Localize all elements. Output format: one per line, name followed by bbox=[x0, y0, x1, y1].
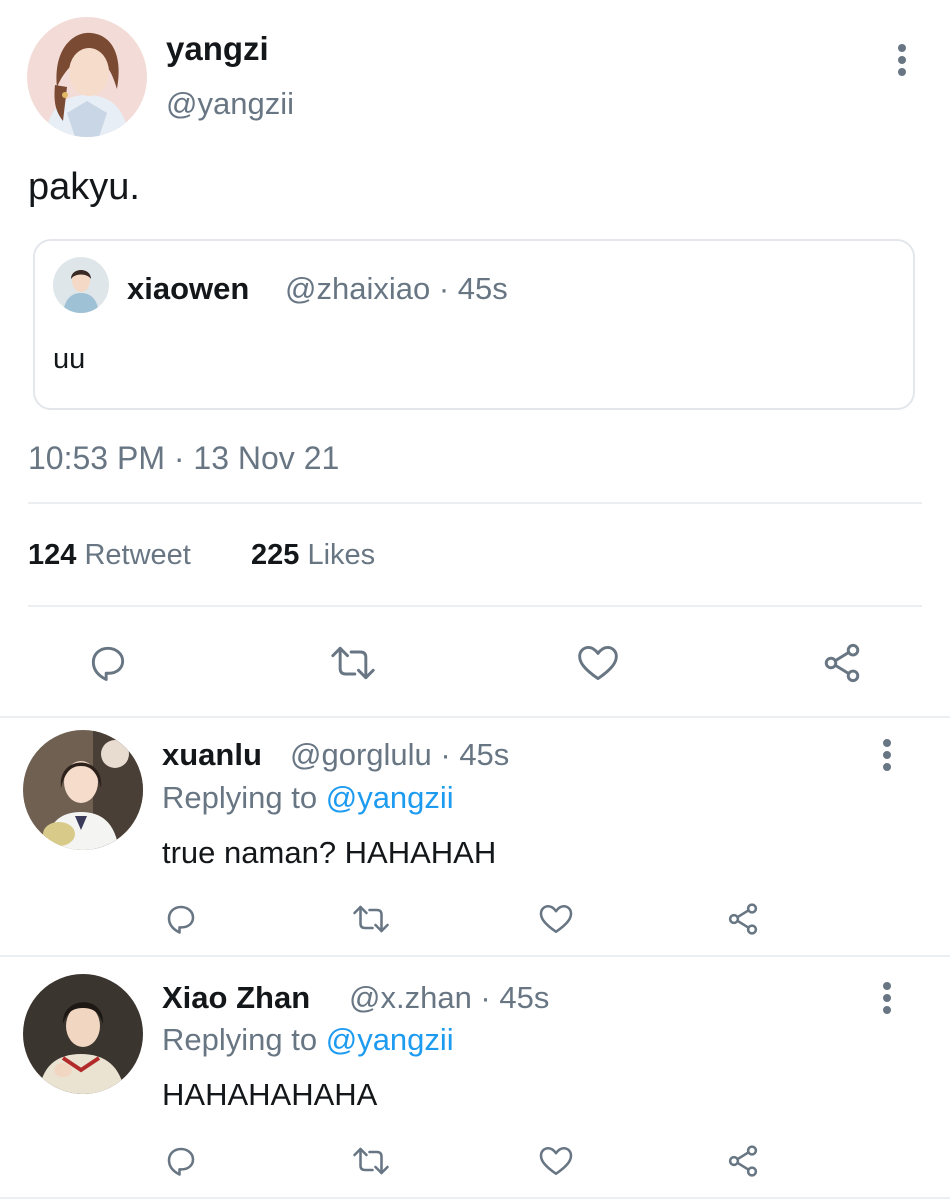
tweet-timestamp[interactable]: 10:53 PM · 13 Nov 21 bbox=[28, 440, 339, 477]
quoted-tweet-text: uu bbox=[53, 343, 86, 375]
quoted-handle-time[interactable]: @zhaixiao · 45s bbox=[285, 271, 508, 307]
reply-icon[interactable] bbox=[163, 901, 199, 937]
author-handle[interactable]: @yangzii bbox=[166, 86, 294, 122]
reply-author-name[interactable]: Xiao Zhan bbox=[162, 980, 310, 1016]
more-options-icon[interactable] bbox=[882, 739, 892, 775]
divider bbox=[0, 955, 950, 957]
divider bbox=[0, 1197, 950, 1199]
tweet-text: pakyu. bbox=[28, 166, 140, 208]
retweet-count: 124 bbox=[28, 539, 77, 571]
retweet-icon[interactable] bbox=[351, 901, 391, 937]
replying-to-link[interactable]: @yangzii bbox=[326, 780, 454, 815]
author-name[interactable]: yangzi bbox=[166, 30, 269, 68]
replying-prefix: Replying to bbox=[162, 780, 318, 815]
reply-icon[interactable] bbox=[86, 641, 130, 685]
retweet-icon[interactable] bbox=[351, 1143, 391, 1179]
reply-text: HAHAHAHAHA bbox=[162, 1077, 378, 1112]
share-icon[interactable] bbox=[723, 1143, 763, 1179]
retweet-stat[interactable]: 124 Retweet bbox=[28, 539, 191, 572]
reply-text: true naman? HAHAHAH bbox=[162, 835, 497, 870]
more-options-icon[interactable] bbox=[897, 44, 907, 80]
like-icon[interactable] bbox=[575, 641, 621, 685]
like-icon[interactable] bbox=[537, 901, 575, 937]
divider bbox=[28, 502, 922, 504]
reply-handle-time[interactable]: @x.zhan · 45s bbox=[349, 980, 549, 1016]
avatar[interactable] bbox=[23, 974, 143, 1094]
replying-to-link[interactable]: @yangzii bbox=[326, 1022, 454, 1057]
avatar[interactable] bbox=[27, 17, 147, 137]
quoted-author-name[interactable]: xiaowen bbox=[127, 271, 249, 307]
likes-count: 225 bbox=[251, 539, 300, 571]
avatar[interactable] bbox=[23, 730, 143, 850]
like-icon[interactable] bbox=[537, 1143, 575, 1179]
reply-handle-time[interactable]: @gorglulu · 45s bbox=[290, 737, 509, 773]
replying-to: Replying to @yangzii bbox=[162, 780, 454, 816]
retweet-label: Retweet bbox=[84, 539, 191, 571]
replying-prefix: Replying to bbox=[162, 1022, 318, 1057]
more-options-icon[interactable] bbox=[882, 982, 892, 1018]
divider bbox=[0, 716, 950, 718]
reply-icon[interactable] bbox=[163, 1143, 199, 1179]
divider bbox=[28, 605, 922, 607]
likes-stat[interactable]: 225 Likes bbox=[251, 539, 375, 572]
replying-to: Replying to @yangzii bbox=[162, 1022, 454, 1058]
reply-author-name[interactable]: xuanlu bbox=[162, 737, 262, 773]
share-icon[interactable] bbox=[723, 901, 763, 937]
likes-label: Likes bbox=[307, 539, 376, 571]
share-icon[interactable] bbox=[818, 641, 866, 685]
avatar bbox=[53, 257, 109, 313]
retweet-icon[interactable] bbox=[329, 641, 377, 685]
quoted-tweet-card[interactable] bbox=[33, 239, 915, 410]
